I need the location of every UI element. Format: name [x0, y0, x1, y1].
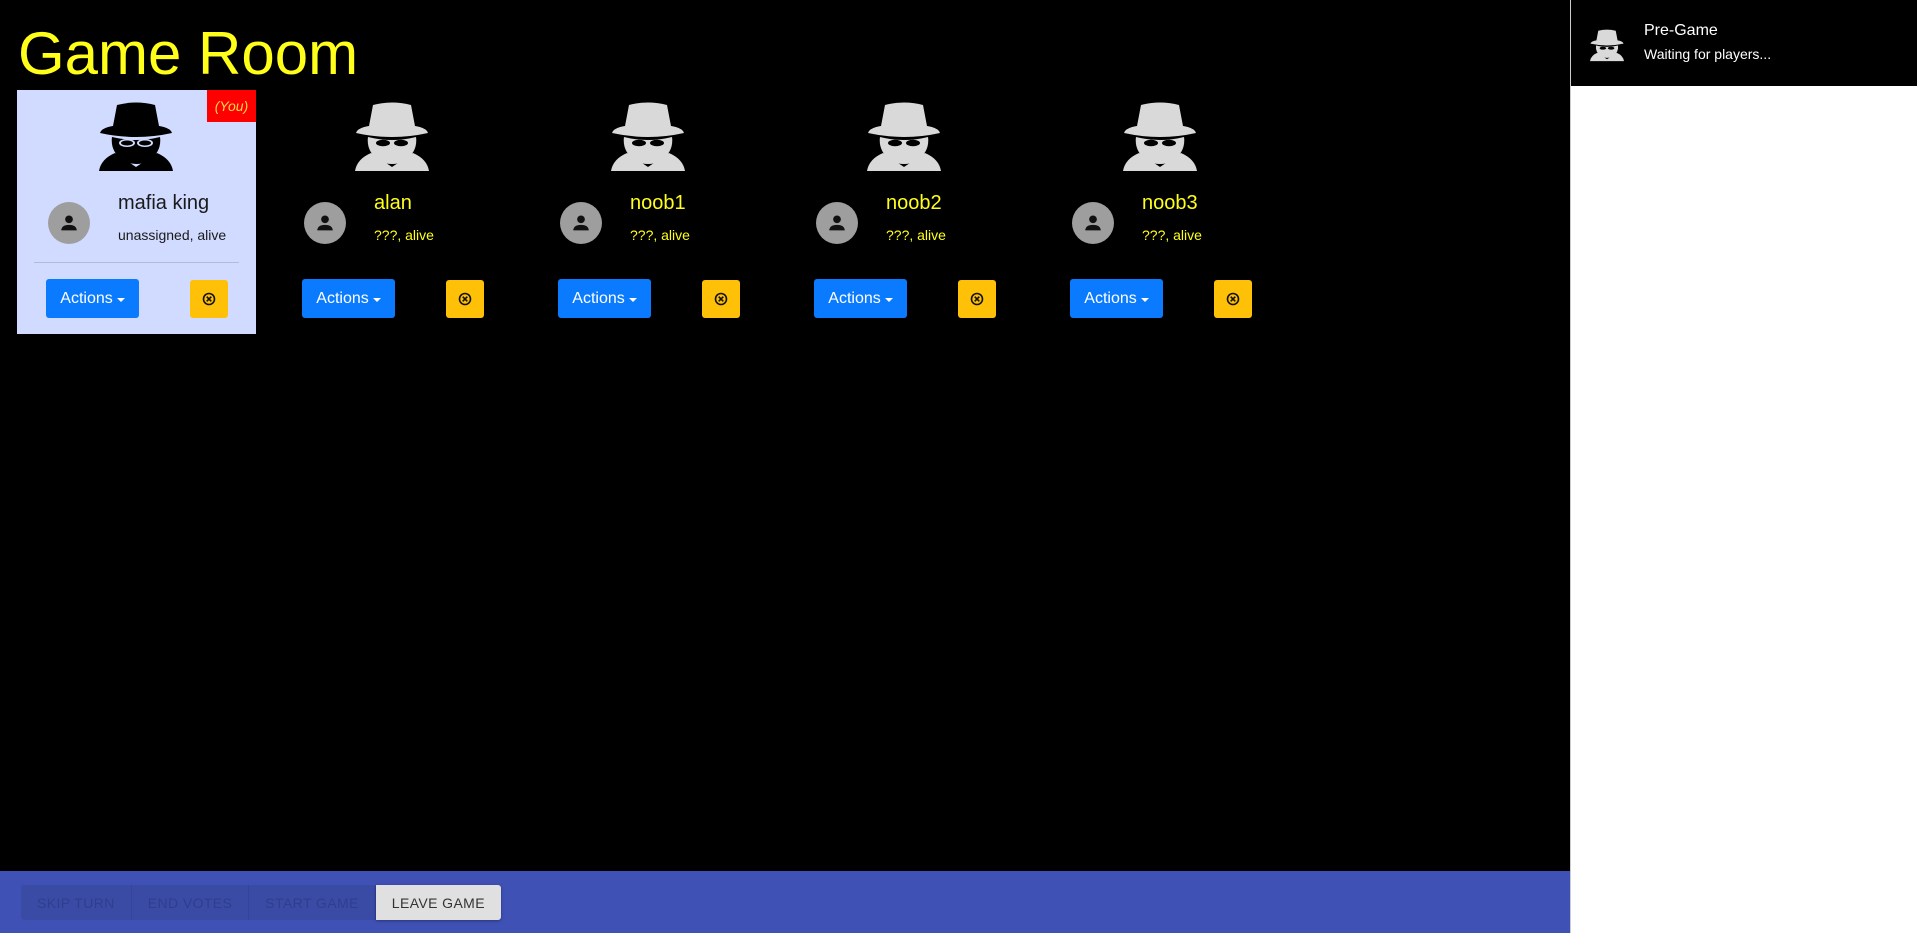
actions-label: Actions: [316, 289, 369, 307]
player-card: alan ???, alive Actions: [273, 90, 512, 334]
close-circle-icon: [458, 292, 472, 306]
game-controls-bar: SKIP TURN END VOTES START GAME LEAVE GAM…: [0, 871, 1570, 933]
player-name: mafia king: [118, 192, 210, 214]
close-circle-icon: [1226, 292, 1240, 306]
kick-button[interactable]: [190, 280, 228, 318]
player-name: alan: [374, 192, 412, 214]
player-card: noob1 ???, alive Actions: [529, 90, 768, 334]
phase-detail: Waiting for players...: [1644, 46, 1772, 62]
player-name: noob1: [630, 192, 686, 214]
actions-label: Actions: [572, 289, 625, 307]
game-controls-group: SKIP TURN END VOTES START GAME LEAVE GAM…: [21, 885, 501, 920]
spy-icon: [1123, 102, 1197, 171]
actions-label: Actions: [1084, 289, 1137, 307]
player-status: ???, alive: [630, 227, 690, 243]
start-game-button[interactable]: START GAME: [249, 885, 376, 920]
actions-dropdown-button[interactable]: Actions: [814, 279, 907, 318]
game-phase-panel: Pre-Game Waiting for players...: [1571, 0, 1917, 86]
actions-dropdown-button[interactable]: Actions: [46, 279, 139, 318]
actions-label: Actions: [828, 289, 881, 307]
spy-icon: [1590, 29, 1624, 62]
spy-icon: [867, 102, 941, 171]
actions-dropdown-button[interactable]: Actions: [302, 279, 395, 318]
player-status: ???, alive: [1142, 227, 1202, 243]
player-card: noob3 ???, alive Actions: [1041, 90, 1280, 334]
sidebar: Pre-Game Waiting for players...: [1570, 0, 1917, 933]
caret-down-icon: [372, 297, 381, 302]
spy-icon: [611, 102, 685, 171]
player-status: unassigned, alive: [118, 227, 227, 243]
leave-game-button[interactable]: LEAVE GAME: [375, 885, 501, 920]
caret-down-icon: [628, 297, 637, 302]
player-name: noob3: [1142, 192, 1198, 214]
spy-icon: [99, 102, 173, 171]
kick-button[interactable]: [702, 280, 740, 318]
close-circle-icon: [202, 292, 216, 306]
caret-down-icon: [884, 297, 893, 302]
close-circle-icon: [970, 292, 984, 306]
you-badge: (You): [207, 90, 256, 122]
skip-turn-button[interactable]: SKIP TURN: [21, 885, 132, 920]
player-card: noob2 ???, alive Actions: [785, 90, 1024, 334]
card-divider: [34, 262, 239, 263]
page-title: Game Room: [18, 20, 359, 87]
person-icon: [1072, 202, 1114, 244]
player-card-you: (You) mafia king unassigned, alive Actio…: [17, 90, 256, 334]
close-circle-icon: [714, 292, 728, 306]
kick-button[interactable]: [1214, 280, 1252, 318]
end-votes-button[interactable]: END VOTES: [131, 885, 250, 920]
person-icon: [816, 202, 858, 244]
actions-dropdown-button[interactable]: Actions: [558, 279, 651, 318]
person-icon: [304, 202, 346, 244]
kick-button[interactable]: [958, 280, 996, 318]
player-status: ???, alive: [374, 227, 434, 243]
player-name: noob2: [886, 192, 942, 214]
player-status: ???, alive: [886, 227, 946, 243]
actions-label: Actions: [60, 289, 113, 307]
game-room-main: Game Room (You) mafia king unassigned, a…: [0, 0, 1570, 933]
spy-icon: [355, 102, 429, 171]
person-icon: [48, 202, 90, 244]
kick-button[interactable]: [446, 280, 484, 318]
phase-title: Pre-Game: [1644, 22, 1718, 39]
person-icon: [560, 202, 602, 244]
caret-down-icon: [116, 297, 125, 302]
actions-dropdown-button[interactable]: Actions: [1070, 279, 1163, 318]
caret-down-icon: [1140, 297, 1149, 302]
